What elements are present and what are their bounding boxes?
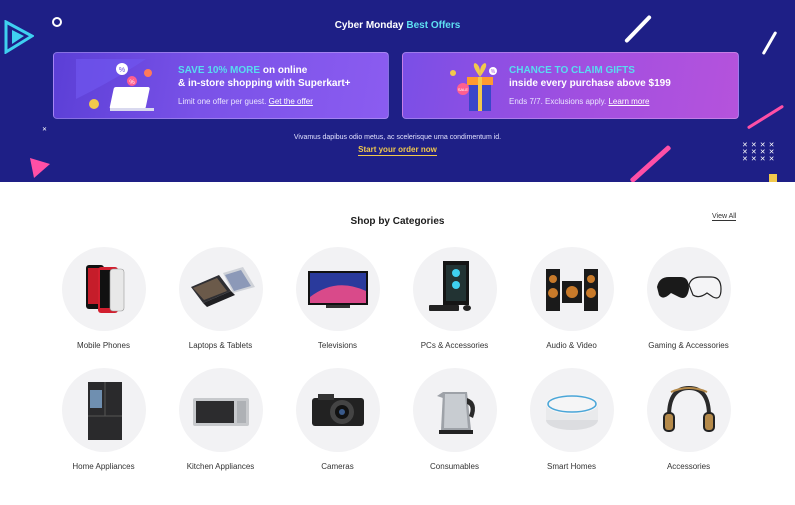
phone-icon [85,265,124,313]
promo-heading-line2: inside every purchase above $199 [509,78,671,89]
smart-speaker-icon [545,394,598,430]
category-audio-video[interactable]: Audio & Video [513,247,630,350]
category-label: Kitchen Appliances [186,462,255,471]
fridge-icon [87,382,122,440]
square-decoration [769,174,777,182]
svg-text:%: % [119,67,125,74]
hero-title-accent: Best Offers [406,20,461,31]
category-kitchen-appliances[interactable]: Kitchen Appliances [162,368,279,471]
promo-heading: SAVE 10% MORE on online & in-store shopp… [178,64,388,90]
hero-cta: Start your order now [0,145,795,156]
promo-heading-rest: on online [262,65,308,76]
category-image [412,247,497,331]
gift-box-icon: SALE % [450,63,497,111]
pc-icon [428,261,471,311]
promo-highlight: SAVE 10% MORE [178,65,261,76]
category-label: Cameras [321,462,354,471]
category-image [295,247,380,331]
learn-more-link[interactable]: Learn more [608,97,649,106]
promo-card-superkart[interactable]: % % SAVE 10% MORE on online & in-store s… [53,52,389,119]
hero-banner: ✕✕✕✕ ✕✕✕✕ ✕✕✕✕ ✕ Cyber Monday Best Offers … [0,0,795,182]
stripe-decoration [746,104,785,130]
category-label: Accessories [666,462,711,471]
category-label: Televisions [317,341,358,350]
category-image [295,368,380,452]
headphones-icon [662,385,715,432]
get-offer-link[interactable]: Get the offer [269,97,313,106]
category-consumables[interactable]: Consumables [396,368,513,471]
category-smart-homes[interactable]: Smart Homes [513,368,630,471]
svg-text:SALE: SALE [458,87,469,92]
speaker-icon [545,269,598,311]
kettle-icon [436,392,475,434]
category-label: Consumables [430,462,479,471]
category-home-appliances[interactable]: Home Appliances [45,368,162,471]
category-label: Home Appliances [72,462,135,471]
category-gaming-accessories[interactable]: Gaming & Accessories [630,247,747,350]
laptop-discount-icon: % % [76,59,154,111]
svg-text:%: % [491,69,496,75]
hero-title-prefix: Cyber Monday [334,20,404,31]
promo-card-gifts[interactable]: SALE % CHANCE TO CLAIM GIFTS inside ever… [402,52,739,119]
camera-icon [311,394,364,426]
category-image [529,368,614,452]
laptop-icon [190,267,255,307]
category-label: Laptops & Tablets [188,341,253,350]
category-image [529,247,614,331]
triangle-decoration [30,158,50,178]
category-label: PCs & Accessories [420,341,489,350]
hero-title: Cyber Monday Best Offers [0,20,795,31]
category-label: Gaming & Accessories [648,341,729,350]
category-pcs-accessories[interactable]: PCs & Accessories [396,247,513,350]
category-image [61,368,146,452]
promo-heading: CHANCE TO CLAIM GIFTS inside every purch… [509,64,729,90]
category-mobile-phones[interactable]: Mobile Phones [45,247,162,350]
microwave-icon [192,398,249,426]
category-image [61,247,146,331]
category-laptops-tablets[interactable]: Laptops & Tablets [162,247,279,350]
gamepad-icon [656,276,722,299]
promo-subtext: Ends 7/7. Exclusions apply. Learn more [509,97,649,106]
start-order-link[interactable]: Start your order now [358,145,437,156]
promo-heading-line2: & in-store shopping with Superkart+ [178,78,351,89]
category-image [646,368,731,452]
category-label: Mobile Phones [77,341,130,350]
hero-note: Vivamus dapibus odio metus, ac scelerisq… [293,134,502,141]
category-cameras[interactable]: Cameras [279,368,396,471]
category-image [178,368,263,452]
promo-subtext-body: Limit one offer per guest. [178,97,267,106]
section-title: Shop by Categories [350,216,445,227]
view-all-link[interactable]: View All [712,213,737,221]
cross-decoration: ✕ [42,127,48,133]
tv-icon [307,271,368,308]
category-label: Audio & Video [546,341,597,350]
category-image [646,247,731,331]
category-accessories[interactable]: Accessories [630,368,747,471]
category-image [178,247,263,331]
slash-decoration [761,30,778,56]
svg-text:%: % [129,80,135,86]
category-televisions[interactable]: Televisions [279,247,396,350]
category-image [412,368,497,452]
category-label: Smart Homes [547,462,596,471]
promo-subtext: Limit one offer per guest. Get the offer [178,97,313,106]
promo-highlight: CHANCE TO CLAIM GIFTS [509,65,635,76]
promo-subtext-body: Ends 7/7. Exclusions apply. [509,97,607,106]
